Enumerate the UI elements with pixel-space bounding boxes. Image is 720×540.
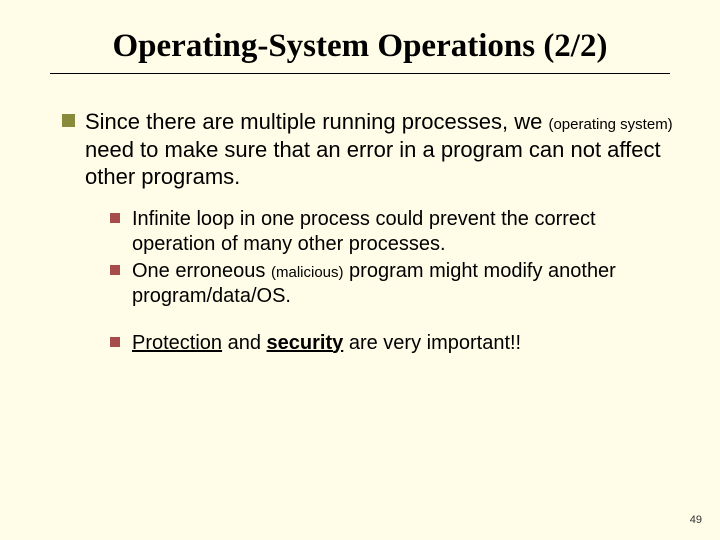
- bullet-text: Protection and security are very importa…: [132, 331, 521, 356]
- sub-bullets: Infinite loop in one process could preve…: [110, 207, 680, 356]
- slide-title: Operating-System Operations (2/2): [50, 0, 670, 74]
- square-bullet-icon: [110, 337, 120, 347]
- text-part: are very important!!: [343, 332, 521, 354]
- text-part: Since there are multiple running process…: [85, 109, 548, 134]
- bullet-text: One erroneous (malicious) program might …: [132, 259, 680, 309]
- square-bullet-icon: [110, 213, 120, 223]
- paren-text: (malicious): [271, 264, 344, 281]
- underline-text: Protection: [132, 332, 222, 354]
- bullet-level1: Since there are multiple running process…: [62, 108, 680, 191]
- bullet-level2: Protection and security are very importa…: [110, 331, 680, 356]
- bullet-level2: Infinite loop in one process could preve…: [110, 207, 680, 257]
- underline-bold-text: security: [267, 332, 344, 354]
- bullet-text: Since there are multiple running process…: [85, 108, 680, 191]
- bullet-level2: One erroneous (malicious) program might …: [110, 259, 680, 309]
- square-bullet-icon: [110, 265, 120, 275]
- spacer: [110, 309, 680, 331]
- text-part: need to make sure that an error in a pro…: [85, 137, 661, 190]
- text-part: and: [222, 332, 266, 354]
- slide-body: Since there are multiple running process…: [62, 108, 680, 356]
- page-number: 49: [690, 514, 702, 526]
- text-part: One erroneous: [132, 260, 271, 282]
- slide: Operating-System Operations (2/2) Since …: [0, 0, 720, 540]
- paren-text: (operating system): [548, 116, 672, 133]
- square-bullet-icon: [62, 114, 75, 127]
- bullet-text: Infinite loop in one process could preve…: [132, 207, 680, 257]
